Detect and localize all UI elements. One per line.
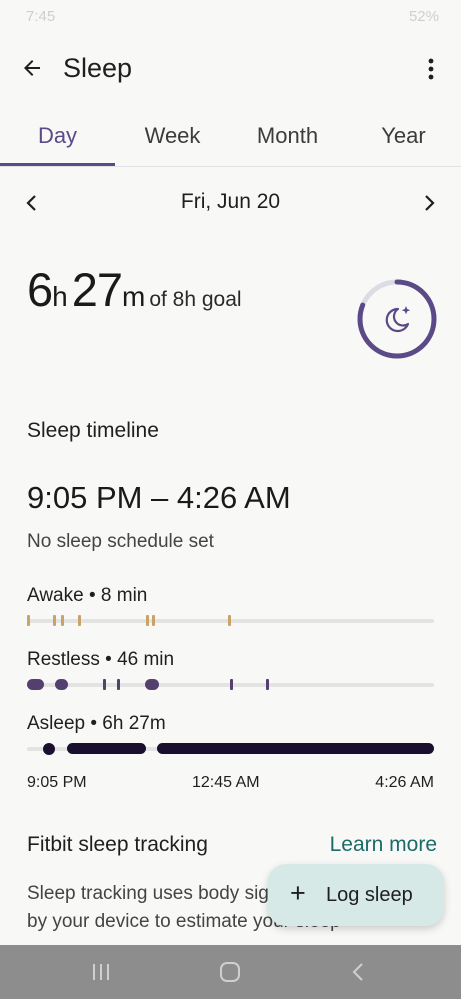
schedule-note: No sleep schedule set bbox=[27, 531, 214, 552]
status-time: 7:45 bbox=[26, 8, 56, 25]
moon-stars-icon bbox=[385, 306, 411, 333]
chevron-left-icon[interactable] bbox=[22, 192, 42, 214]
awake-mark bbox=[61, 615, 64, 626]
asleep-track bbox=[27, 743, 434, 755]
status-battery: 52% bbox=[408, 8, 439, 25]
awake-mark bbox=[27, 615, 30, 626]
period-tabs: Day Week Month Year bbox=[0, 112, 461, 168]
restless-mark bbox=[103, 679, 106, 690]
restless-segment bbox=[145, 679, 159, 690]
tab-month[interactable]: Month bbox=[230, 112, 345, 166]
sleep-time-range: 9:05 PM – 4:26 AM bbox=[27, 480, 291, 515]
asleep-label: Asleep • 6h 27m bbox=[27, 713, 166, 734]
plus-icon: + bbox=[290, 878, 306, 908]
recent-apps-icon[interactable] bbox=[88, 960, 114, 984]
sleep-timeline-title: Sleep timeline bbox=[27, 419, 159, 442]
fitbit-tracking-title: Fitbit sleep tracking bbox=[27, 833, 208, 856]
log-sleep-button[interactable]: + Log sleep bbox=[268, 864, 444, 926]
date-navigator: Fri, Jun 20 bbox=[0, 184, 461, 224]
restless-mark bbox=[230, 679, 233, 690]
asleep-segment bbox=[43, 743, 55, 755]
tab-day[interactable]: Day bbox=[0, 112, 115, 166]
more-vert-icon[interactable] bbox=[423, 56, 439, 82]
restless-segment bbox=[27, 679, 44, 690]
log-sleep-label: Log sleep bbox=[326, 884, 413, 906]
minutes-value: 27 bbox=[71, 263, 123, 316]
asleep-segment bbox=[67, 743, 146, 754]
awake-mark bbox=[53, 615, 56, 626]
date-label: Fri, Jun 20 bbox=[180, 190, 281, 213]
hours-value: 6 bbox=[27, 263, 53, 316]
awake-mark bbox=[146, 615, 149, 626]
awake-track bbox=[27, 615, 434, 626]
sleep-duration-summary: 6h27m of 8h goal bbox=[27, 262, 347, 332]
chevron-right-icon[interactable] bbox=[419, 192, 439, 214]
page-title: Sleep bbox=[63, 53, 133, 83]
axis-start-label: 9:05 PM bbox=[27, 774, 87, 791]
sleep-goal-ring bbox=[357, 279, 437, 359]
home-icon[interactable] bbox=[217, 960, 243, 984]
system-nav-bar bbox=[0, 945, 461, 999]
axis-end-label: 4:26 AM bbox=[375, 774, 434, 791]
hours-unit: h bbox=[52, 281, 68, 312]
restless-mark bbox=[266, 679, 269, 690]
learn-more-link[interactable]: Learn more bbox=[330, 833, 437, 857]
axis-mid-label: 12:45 AM bbox=[192, 774, 260, 791]
asleep-segment bbox=[157, 743, 434, 754]
awake-mark bbox=[228, 615, 231, 626]
goal-text: of 8h goal bbox=[149, 288, 242, 311]
awake-mark bbox=[78, 615, 81, 626]
app-bar: Sleep bbox=[0, 44, 461, 96]
tab-divider bbox=[0, 166, 461, 167]
restless-segment bbox=[55, 679, 68, 690]
awake-mark bbox=[152, 615, 155, 626]
status-bar: 7:45 52% bbox=[0, 0, 461, 34]
restless-track bbox=[27, 679, 434, 690]
back-arrow-icon[interactable] bbox=[20, 56, 44, 80]
restless-mark bbox=[117, 679, 120, 690]
tab-year[interactable]: Year bbox=[346, 112, 461, 166]
tab-week[interactable]: Week bbox=[115, 112, 230, 166]
awake-label: Awake • 8 min bbox=[27, 585, 148, 606]
back-nav-icon[interactable] bbox=[346, 960, 372, 984]
restless-label: Restless • 46 min bbox=[27, 649, 175, 670]
minutes-unit: m bbox=[122, 281, 146, 312]
